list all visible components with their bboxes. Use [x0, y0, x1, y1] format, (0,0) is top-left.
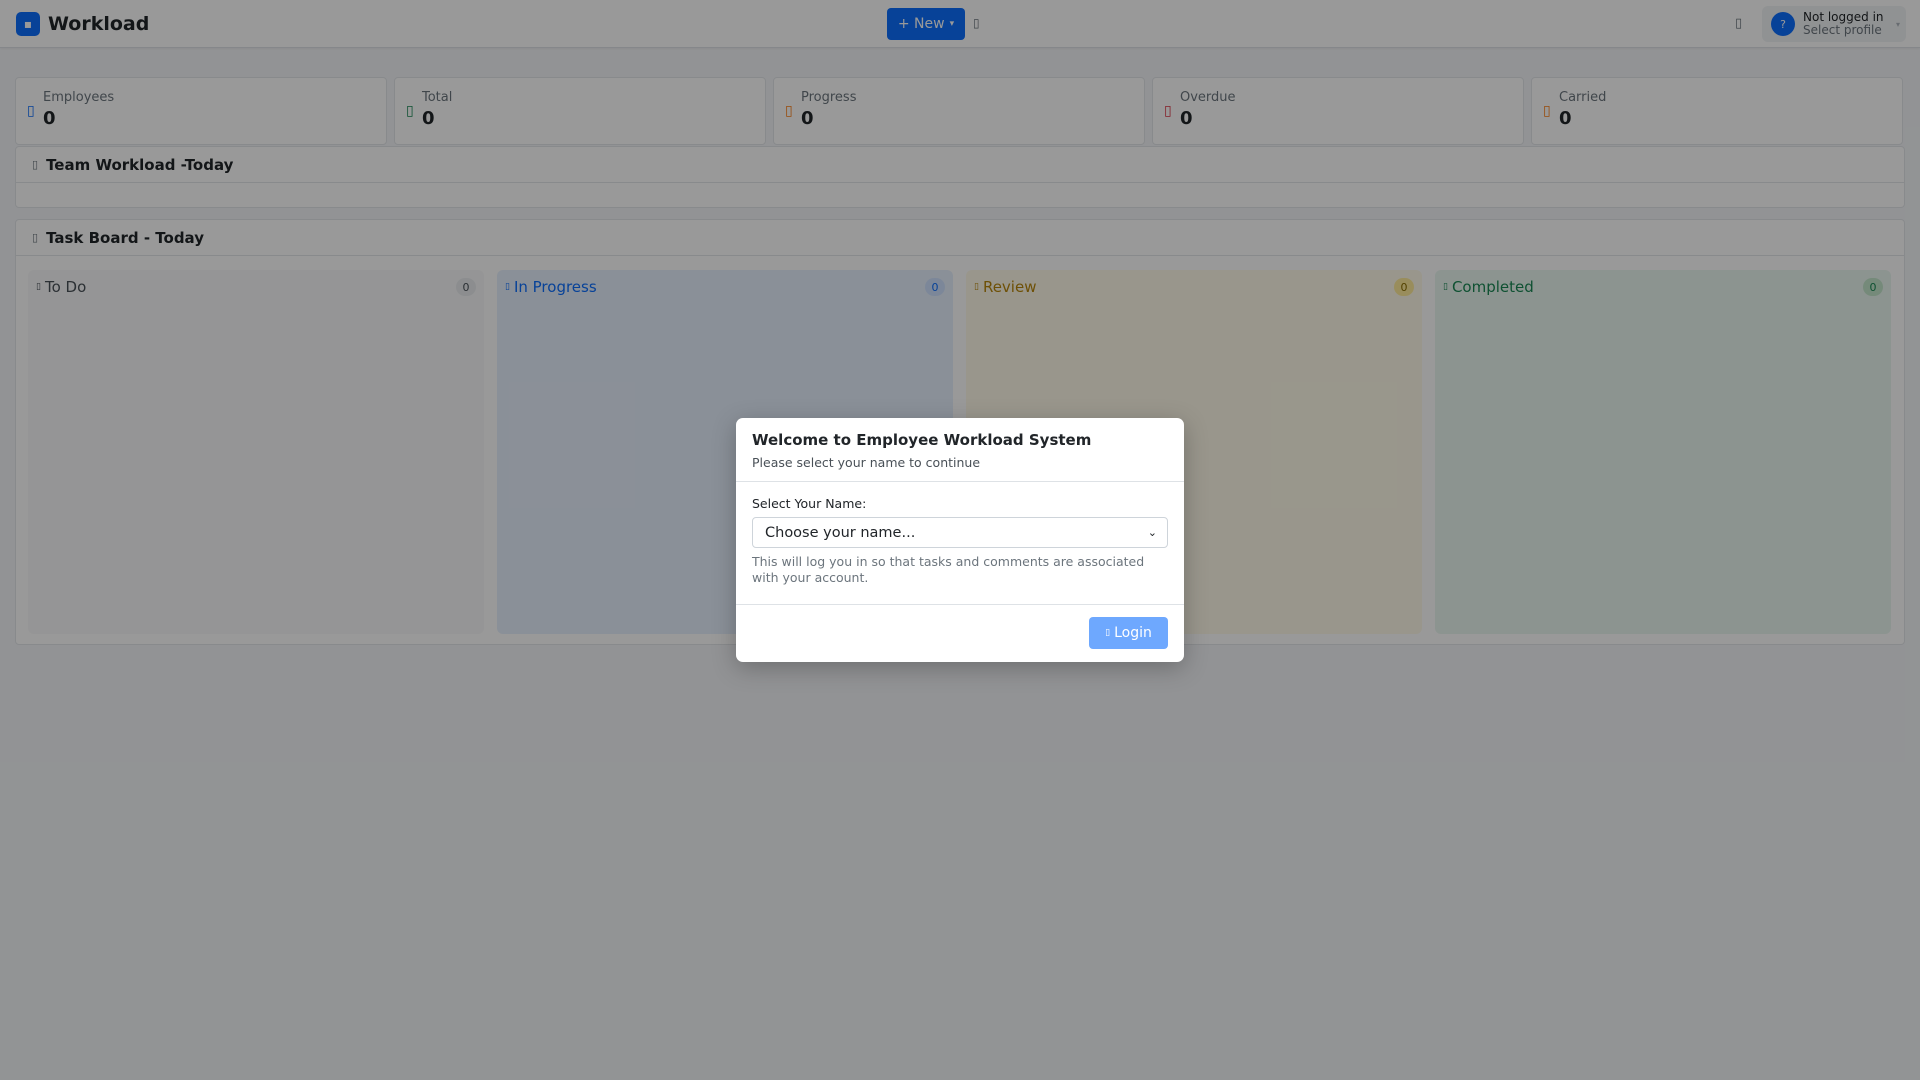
- modal-subtitle: Please select your name to continue: [752, 455, 981, 470]
- name-select-label: Select Your Name:: [752, 496, 867, 511]
- name-select-value: Choose your name...: [765, 524, 916, 541]
- login-button-label: Login: [1114, 625, 1152, 641]
- chevron-down-icon: ⌄: [1147, 526, 1157, 539]
- login-button[interactable]: ▯ Login: [1089, 617, 1168, 649]
- help-text: This will log you in so that tasks and c…: [752, 554, 1145, 585]
- modal-title: Welcome to Employee Workload System: [752, 431, 1092, 449]
- login-modal: Welcome to Employee Workload System Plea…: [736, 418, 1184, 662]
- modal-footer: ▯ Login: [736, 605, 1184, 661]
- modal-header: Welcome to Employee Workload System Plea…: [736, 418, 1184, 482]
- login-icon: ▯: [1105, 628, 1111, 638]
- name-select[interactable]: Choose your name... ⌄: [752, 517, 1168, 548]
- modal-body: Select Your Name: Choose your name... ⌄ …: [736, 482, 1184, 605]
